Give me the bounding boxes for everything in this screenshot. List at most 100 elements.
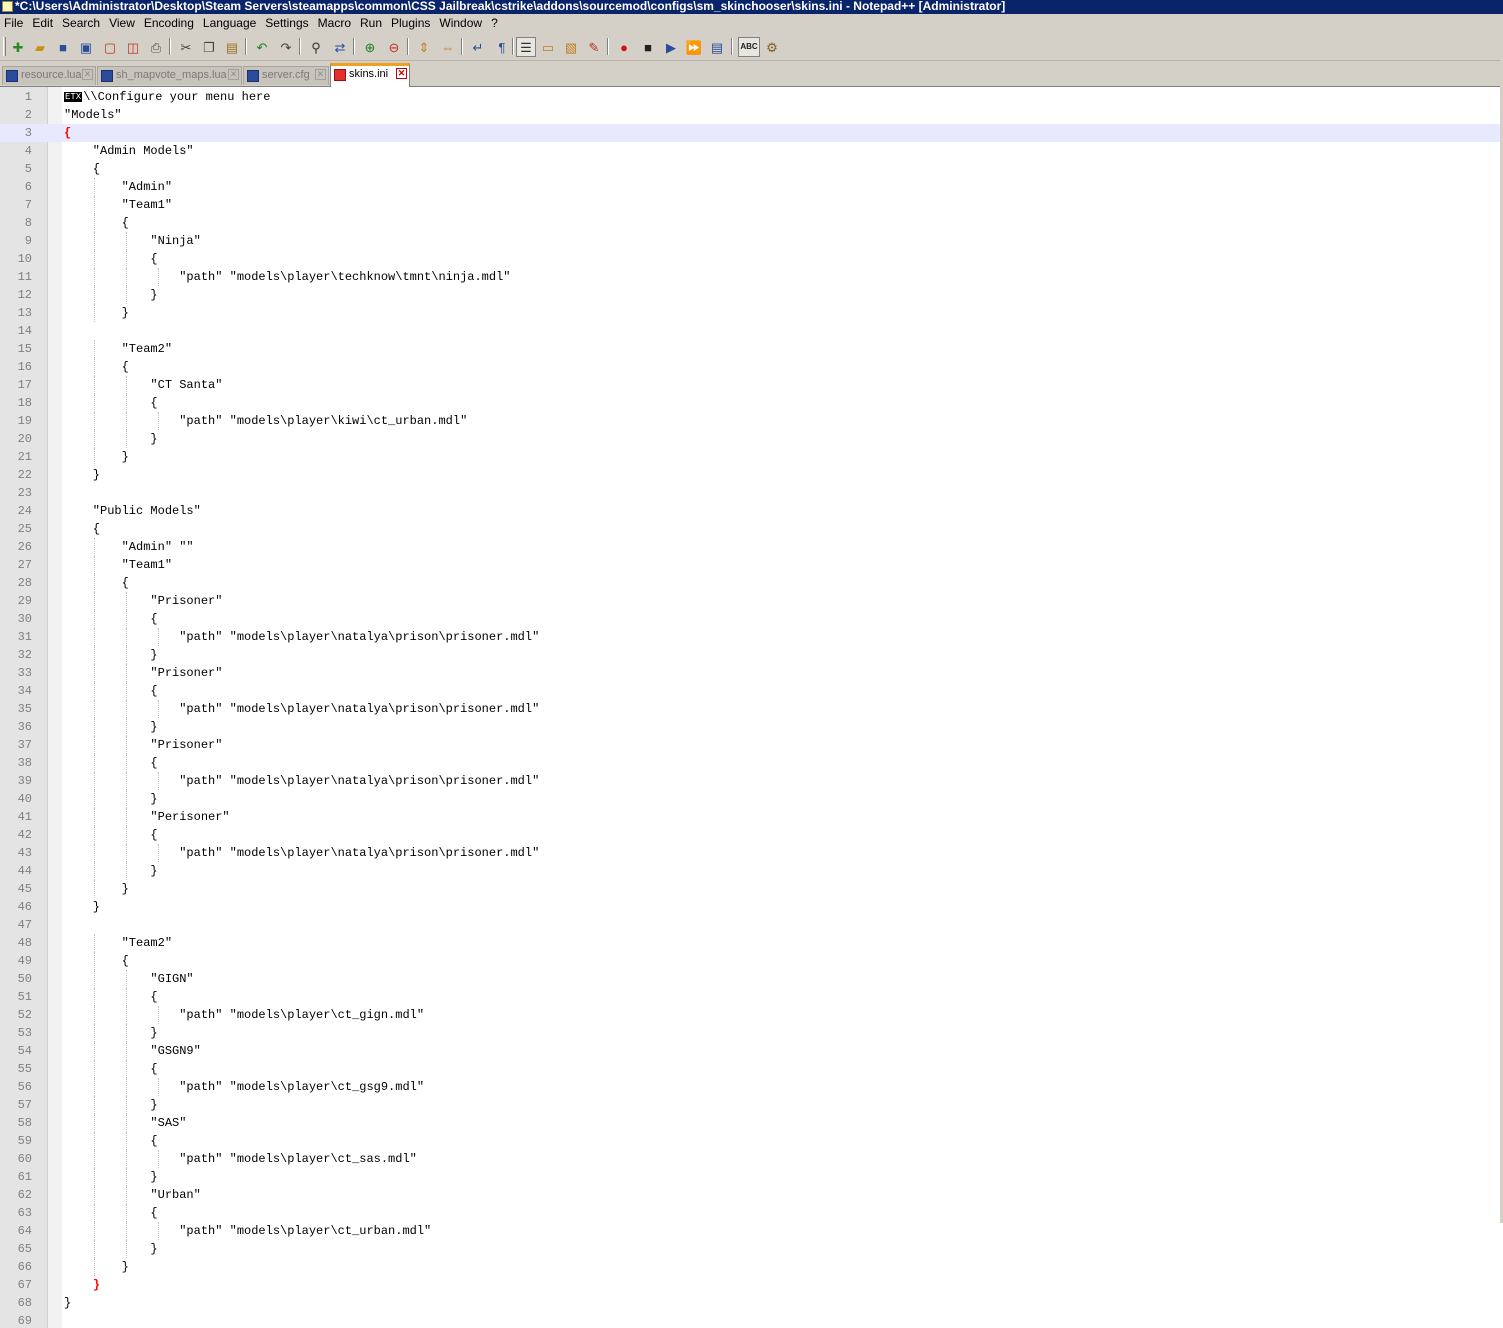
code-line[interactable]: 12 } — [0, 286, 1503, 304]
tab-close-icon[interactable]: ✕ — [396, 68, 407, 79]
code-line[interactable]: 38 { — [0, 754, 1503, 772]
menu-window[interactable]: Window — [435, 14, 487, 33]
code-line[interactable]: 46 } — [0, 898, 1503, 916]
code-line[interactable]: 19 "path" "models\player\kiwi\ct_urban.m… — [0, 412, 1503, 430]
notepad-app-icon[interactable] — [2, 1, 13, 12]
code-line[interactable]: 69 — [0, 1312, 1503, 1328]
menu-run[interactable]: Run — [356, 14, 387, 33]
code-line[interactable]: 25 { — [0, 520, 1503, 538]
code-line[interactable]: 61 } — [0, 1168, 1503, 1186]
replace-icon[interactable]: ⇄ — [330, 37, 350, 57]
close-file-icon[interactable]: ▢ — [100, 37, 120, 57]
tab-skins-ini[interactable]: skins.ini ✕ — [330, 63, 410, 87]
code-line[interactable]: 29 "Prisoner" — [0, 592, 1503, 610]
document-map-icon[interactable]: ▧ — [561, 37, 581, 57]
tab-close-icon[interactable]: ✕ — [315, 69, 326, 80]
tab-resource-lua[interactable]: resource.lua ✕ — [2, 66, 96, 85]
code-line[interactable]: 13 } — [0, 304, 1503, 322]
menu-encoding[interactable]: Encoding — [140, 14, 199, 33]
code-line[interactable]: 64 "path" "models\player\ct_urban.mdl" — [0, 1222, 1503, 1240]
code-line[interactable]: 28 { — [0, 574, 1503, 592]
code-line[interactable]: 52 "path" "models\player\ct_gign.mdl" — [0, 1006, 1503, 1024]
redo-icon[interactable]: ↷ — [276, 37, 296, 57]
code-line[interactable]: 4 "Admin Models" — [0, 142, 1503, 160]
stop-recording-icon[interactable]: ■ — [638, 37, 658, 57]
tab-close-icon[interactable]: ✕ — [228, 69, 239, 80]
menu-edit[interactable]: Edit — [28, 14, 58, 33]
user-language-icon[interactable]: ▭ — [538, 37, 558, 57]
code-line[interactable]: 65 } — [0, 1240, 1503, 1258]
menu-macro[interactable]: Macro — [314, 14, 356, 33]
editor[interactable]: 1 ETX \\Configure your menu here 2 "Models" 3… — [0, 87, 1503, 1328]
code-line[interactable]: 17 "CT Santa" — [0, 376, 1503, 394]
code-line[interactable]: 62 "Urban" — [0, 1186, 1503, 1204]
code-line[interactable]: 44 } — [0, 862, 1503, 880]
run-macro-multiple-icon[interactable]: ⏩ — [684, 37, 704, 57]
code-line[interactable]: 31 "path" "models\player\natalya\prison\… — [0, 628, 1503, 646]
plugin-icon[interactable]: ⚙ — [762, 37, 782, 57]
code-line[interactable]: 67 } — [0, 1276, 1503, 1294]
code-line[interactable]: 32 } — [0, 646, 1503, 664]
menu-settings[interactable]: Settings — [261, 14, 313, 33]
code-line[interactable]: 8 { — [0, 214, 1503, 232]
function-list-icon[interactable]: ✎ — [584, 37, 604, 57]
code-line[interactable]: 2 "Models" — [0, 106, 1503, 124]
code-line[interactable]: 33 "Prisoner" — [0, 664, 1503, 682]
code-line[interactable]: 23 — [0, 484, 1503, 502]
code-line[interactable]: 45 } — [0, 880, 1503, 898]
code-line[interactable]: 30 { — [0, 610, 1503, 628]
code-line[interactable]: 53 } — [0, 1024, 1503, 1042]
code-line[interactable]: 66 } — [0, 1258, 1503, 1276]
close-all-icon[interactable]: ◫ — [123, 37, 143, 57]
tab-close-icon[interactable]: ✕ — [82, 69, 93, 80]
code-line[interactable]: 7 "Team1" — [0, 196, 1503, 214]
code-line[interactable]: 41 "Perisoner" — [0, 808, 1503, 826]
menu-view[interactable]: View — [105, 14, 140, 33]
undo-icon[interactable]: ↶ — [252, 37, 272, 57]
code-line[interactable]: 47 — [0, 916, 1503, 934]
zoom-out-icon[interactable]: ⊖ — [384, 37, 404, 57]
spell-check-icon[interactable]: ABC — [738, 37, 760, 57]
code-line[interactable]: 34 { — [0, 682, 1503, 700]
tab-sh-mapvote-maps-lua[interactable]: sh_mapvote_maps.lua ✕ — [97, 66, 242, 85]
code-line[interactable]: 59 { — [0, 1132, 1503, 1150]
code-line[interactable]: 36 } — [0, 718, 1503, 736]
save-all-icon[interactable]: ▣ — [76, 37, 96, 57]
code-line[interactable]: 5 { — [0, 160, 1503, 178]
code-line[interactable]: 6 "Admin" — [0, 178, 1503, 196]
code-line[interactable]: 14 — [0, 322, 1503, 340]
sync-vertical-icon[interactable]: ⇕ — [414, 37, 434, 57]
code-line[interactable]: 55 { — [0, 1060, 1503, 1078]
cut-icon[interactable]: ✂ — [176, 37, 196, 57]
playback-macro-icon[interactable]: ▶ — [661, 37, 681, 57]
menu-help[interactable]: ? — [487, 14, 503, 33]
indent-guide-icon[interactable]: ☰ — [516, 37, 536, 57]
code-line[interactable]: 22 } — [0, 466, 1503, 484]
code-line[interactable]: 50 "GIGN" — [0, 970, 1503, 988]
code-line[interactable]: 3{ — [0, 124, 1503, 142]
code-line[interactable]: 60 "path" "models\player\ct_sas.mdl" — [0, 1150, 1503, 1168]
tab-server-cfg[interactable]: server.cfg ✕ — [243, 66, 329, 85]
save-icon[interactable]: ■ — [53, 37, 73, 57]
code-line[interactable]: 11 "path" "models\player\techknow\tmnt\n… — [0, 268, 1503, 286]
sync-horizontal-icon[interactable]: ⇔ — [438, 37, 458, 57]
code-line[interactable]: 43 "path" "models\player\natalya\prison\… — [0, 844, 1503, 862]
code-line[interactable]: 15 "Team2" — [0, 340, 1503, 358]
toolbar-grip[interactable] — [3, 37, 6, 56]
save-macro-icon[interactable]: ▤ — [707, 37, 727, 57]
open-file-icon[interactable]: ▰ — [30, 37, 50, 57]
menu-search[interactable]: Search — [58, 14, 105, 33]
code-line[interactable]: 68} — [0, 1294, 1503, 1312]
code-line[interactable]: 1 ETX \\Configure your menu here — [0, 88, 1503, 106]
code-line[interactable]: 42 { — [0, 826, 1503, 844]
code-line[interactable]: 63 { — [0, 1204, 1503, 1222]
code-line[interactable]: 20 } — [0, 430, 1503, 448]
code-line[interactable]: 54 "GSGN9" — [0, 1042, 1503, 1060]
code-line[interactable]: 9 "Ninja" — [0, 232, 1503, 250]
code-line[interactable]: 27 "Team1" — [0, 556, 1503, 574]
code-line[interactable]: 21 } — [0, 448, 1503, 466]
code-line[interactable]: 16 { — [0, 358, 1503, 376]
code-line[interactable]: 24 "Public Models" — [0, 502, 1503, 520]
zoom-in-icon[interactable]: ⊕ — [360, 37, 380, 57]
code-line[interactable]: 48 "Team2" — [0, 934, 1503, 952]
